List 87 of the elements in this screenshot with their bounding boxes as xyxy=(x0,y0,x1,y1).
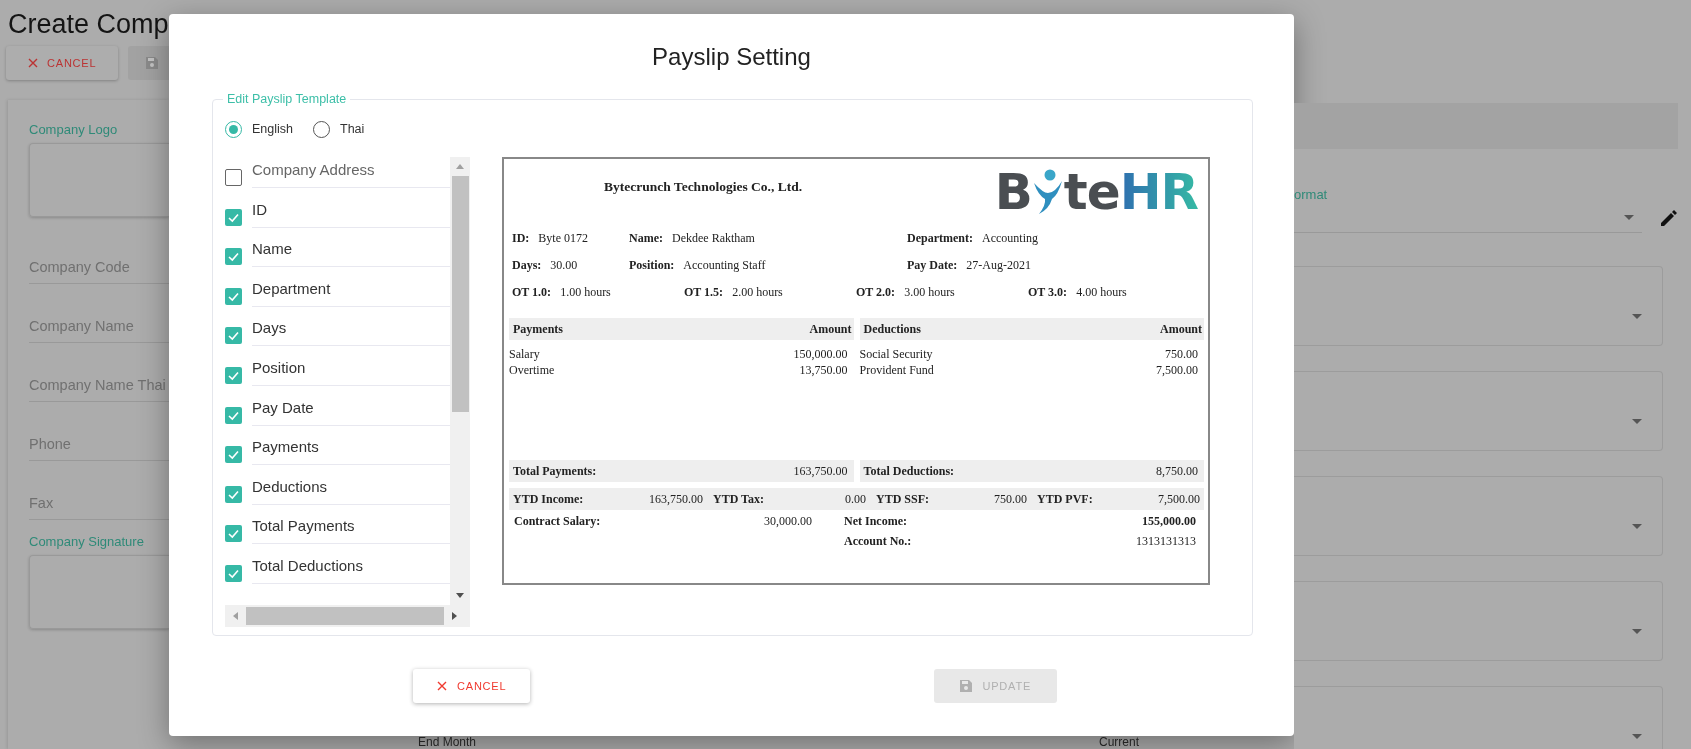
item-amount: 13,750.00 xyxy=(799,362,848,378)
caret-icon xyxy=(1632,629,1642,634)
info-label: OT 2.0: xyxy=(856,285,896,300)
checkbox[interactable] xyxy=(225,327,242,345)
radio-option[interactable]: English xyxy=(225,120,293,138)
field-label: Company Logo xyxy=(29,122,119,137)
caret-icon xyxy=(1632,524,1642,529)
right-arrow-icon[interactable] xyxy=(452,612,457,620)
radio-option[interactable]: Thai xyxy=(313,120,365,138)
info-label: OT 3.0: xyxy=(1028,285,1068,300)
info-value: Accounting Staff xyxy=(683,258,766,273)
page-title: Create Comp xyxy=(8,8,169,40)
info-label: Department: xyxy=(907,231,973,246)
info-value: 30,000.00 xyxy=(764,514,813,530)
field-label: End Month xyxy=(418,736,477,749)
select-field[interactable] xyxy=(1294,686,1663,749)
info-value: Byte 0172 xyxy=(538,231,588,246)
select-field[interactable] xyxy=(1294,581,1663,661)
save-icon xyxy=(960,680,973,692)
total-row: Total Deductions: 8,750.00 xyxy=(859,460,1204,482)
field-label: Company Signature xyxy=(29,534,145,549)
info-value: 1313131313 xyxy=(1136,534,1196,550)
checkbox[interactable] xyxy=(225,406,242,424)
info-value: 155,000.00 xyxy=(1142,514,1196,530)
company-name: Bytecrunch Technologies Co., Ltd. xyxy=(604,179,803,195)
checkbox[interactable] xyxy=(225,485,242,503)
select-field[interactable] xyxy=(1294,266,1663,346)
item-amount: 750.00 xyxy=(1165,346,1198,362)
info-value: 30.00 xyxy=(550,258,578,273)
checkbox[interactable] xyxy=(225,525,242,543)
item-name: Provident Fund xyxy=(859,362,934,378)
down-arrow-icon[interactable] xyxy=(456,593,464,598)
scrollbar[interactable] xyxy=(450,157,470,605)
cancel-button[interactable]: CANCEL xyxy=(413,669,531,703)
checkbox[interactable] xyxy=(225,287,242,305)
item-name: Salary xyxy=(509,346,540,362)
total-row: Total Payments: 163,750.00 xyxy=(509,460,854,482)
info-label: Net Income: xyxy=(844,514,907,530)
checkbox[interactable] xyxy=(225,366,242,384)
info-label: Account No.: xyxy=(844,534,912,550)
select-field[interactable] xyxy=(1294,371,1663,451)
company-logo: B teHR xyxy=(994,165,1198,219)
info-value: 2.00 hours xyxy=(732,285,783,300)
info-label: Name: xyxy=(629,231,663,246)
save-icon xyxy=(146,57,159,69)
edit-icon[interactable] xyxy=(1660,208,1678,227)
ytd-row: YTD Income: 163,750.00 YTD Tax: 0.00 YTD SSF: 750.00 YTD PVF: 7,500.00 xyxy=(509,488,1204,510)
checkbox[interactable] xyxy=(225,208,242,226)
checkbox[interactable] xyxy=(225,446,242,464)
close-icon xyxy=(28,58,38,68)
scrollbar[interactable] xyxy=(225,605,470,627)
info-label: Days: xyxy=(512,258,542,273)
info-label: ID: xyxy=(512,231,530,246)
table-header: Deductions Amount xyxy=(859,318,1204,340)
field-label: ormat xyxy=(1294,187,1329,202)
info-label: Contract Salary: xyxy=(514,514,602,530)
checkbox[interactable] xyxy=(225,564,242,582)
cancel-button[interactable]: CANCEL xyxy=(6,46,119,80)
close-icon xyxy=(437,681,447,691)
table-header: Payments Amount xyxy=(509,318,854,340)
info-value: 4.00 hours xyxy=(1076,285,1127,300)
section-legend: Edit Payslip Template xyxy=(223,92,351,106)
item-name: Overtime xyxy=(509,362,555,378)
info-label: Position: xyxy=(629,258,675,273)
caret-icon xyxy=(1632,734,1642,739)
checkbox[interactable] xyxy=(225,248,242,266)
up-arrow-icon[interactable] xyxy=(456,164,464,169)
item-amount: 7,500.00 xyxy=(1156,362,1198,378)
item-name: Social Security xyxy=(859,346,933,362)
checkbox[interactable] xyxy=(225,169,242,186)
item-amount: 150,000.00 xyxy=(793,346,848,362)
field-value: Current xyxy=(1099,736,1139,749)
info-value: 3.00 hours xyxy=(904,285,955,300)
left-arrow-icon[interactable] xyxy=(233,612,238,620)
caret-icon xyxy=(1632,314,1642,319)
save-button[interactable] xyxy=(128,46,169,80)
info-label: OT 1.0: xyxy=(512,285,552,300)
info-value: Dekdee Raktham xyxy=(672,231,755,246)
info-value: 1.00 hours xyxy=(560,285,611,300)
info-value: 27-Aug-2021 xyxy=(966,258,1031,273)
caret-icon xyxy=(1632,419,1642,424)
info-label: Pay Date: xyxy=(907,258,958,273)
caret-icon xyxy=(1624,214,1634,220)
dialog-title: Payslip Setting xyxy=(651,42,812,72)
select-field[interactable] xyxy=(1294,476,1663,556)
info-label: OT 1.5: xyxy=(684,285,724,300)
info-value: Accounting xyxy=(982,231,1038,246)
